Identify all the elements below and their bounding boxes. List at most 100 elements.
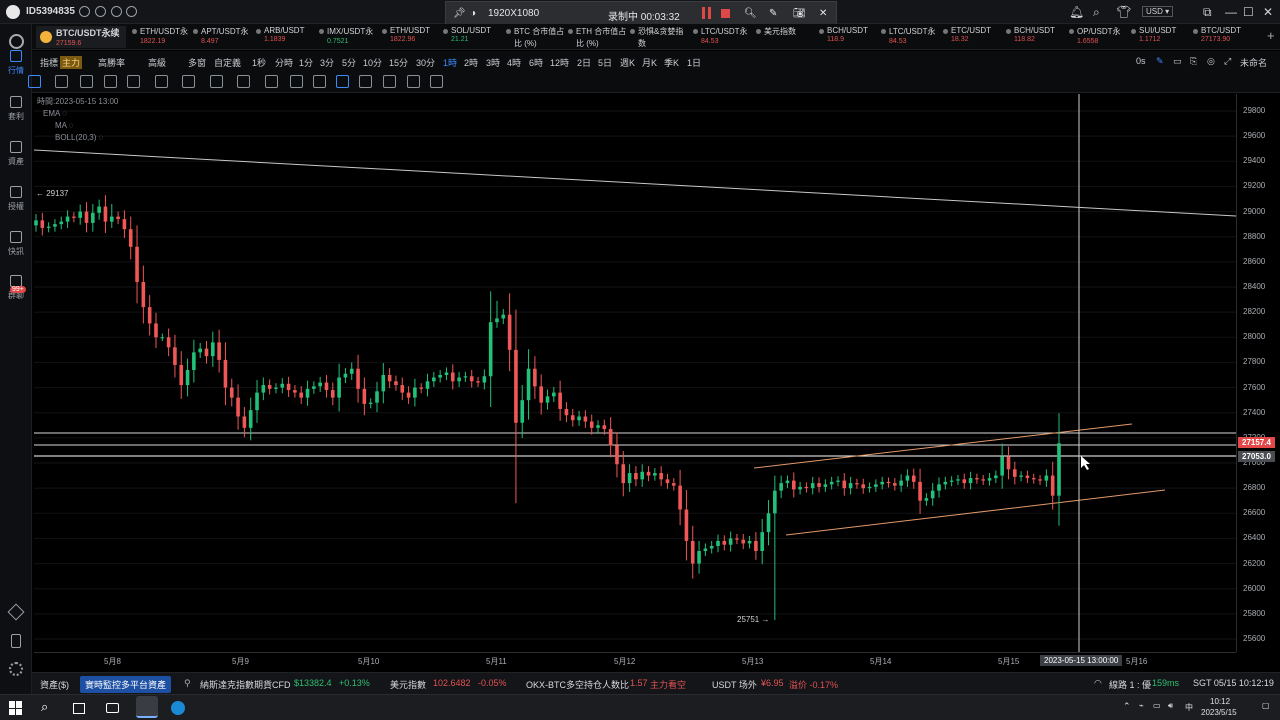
time-axis[interactable]: 5月8 5月9 5月10 5月11 5月12 5月13 5月14 5月15 5月16 2023-0… — [34, 652, 1236, 670]
video-call-icon[interactable] — [106, 703, 119, 713]
layout-name[interactable]: 未命名 — [1240, 56, 1267, 69]
currency-select[interactable]: USD ▾ — [1142, 6, 1174, 17]
notification-icon[interactable]: ▢ — [1262, 701, 1270, 710]
ticker-tab[interactable]: ARB/USDT 1.1839 — [256, 26, 304, 48]
phone-icon[interactable] — [11, 634, 21, 648]
timeframe-button[interactable]: 1日 — [687, 56, 701, 69]
timeframe-button[interactable]: 3分 — [320, 56, 334, 69]
draw-tool-icon[interactable] — [80, 75, 93, 88]
draw-tool-icon[interactable] — [290, 75, 303, 88]
ticker-tab[interactable]: BTC/USDT永续 27159.6 — [36, 26, 126, 48]
windows-start-icon[interactable] — [9, 701, 23, 715]
sidebar-item[interactable]: 授權 — [0, 186, 32, 212]
ime-indicator[interactable]: 中 — [1185, 702, 1193, 713]
draw-tool-icon[interactable] — [407, 75, 420, 88]
close-icon[interactable]: ✕ — [1263, 5, 1273, 19]
draw-tool-icon[interactable] — [336, 75, 349, 88]
usb-icon[interactable]: ⌁ — [1139, 701, 1144, 710]
timeframe-button[interactable]: 10分 — [363, 56, 382, 69]
speaker-icon[interactable]: 🔊︎ — [1168, 701, 1173, 711]
ticker-tab[interactable]: ETH/USDT永 1822.19 — [132, 26, 188, 48]
link-icon[interactable] — [95, 6, 106, 17]
minimize-icon[interactable]: — — [1225, 5, 1237, 19]
timeframe-button[interactable]: 1分 — [299, 56, 313, 69]
monitor-button[interactable]: 實時監控多平台資產 — [80, 676, 172, 693]
timeframe-button[interactable]: 高勝率 — [98, 56, 125, 69]
timeframe-button[interactable]: 主力 — [60, 56, 83, 69]
timeframe-button[interactable]: 週K — [620, 56, 635, 69]
eye-icon[interactable]: ◌ — [62, 109, 67, 118]
ticker-tab[interactable]: BCH/USDT 118.82 — [1006, 26, 1055, 48]
timeframe-button[interactable]: 高級 — [148, 56, 166, 69]
stop-button[interactable] — [721, 9, 730, 18]
ticker-tab[interactable]: 美元指数 — [756, 26, 796, 48]
draw-tool-icon[interactable] — [182, 75, 195, 88]
ticker-tab[interactable]: LTC/USDT永 84.53 — [693, 26, 748, 48]
shirt-icon[interactable]: 👕︎ — [1116, 5, 1131, 19]
sidebar-item[interactable]: 資產 — [0, 141, 32, 167]
timeframe-button[interactable]: 12時 — [550, 56, 569, 69]
draw-tool-icon[interactable] — [313, 75, 326, 88]
ticker-tab[interactable]: ETH 合市值占比 (%) — [568, 26, 626, 48]
recording-resolution[interactable]: 1920X1080 — [488, 8, 539, 19]
eye-icon[interactable]: ◌ — [69, 121, 74, 130]
candlestick-chart[interactable]: ← 29137 25751 → — [34, 94, 1236, 652]
timeframe-button[interactable]: 15分 — [389, 56, 408, 69]
draw-tool-icon[interactable] — [237, 75, 250, 88]
popout-icon[interactable]: ⧉ — [1203, 5, 1212, 20]
search-icon[interactable]: ⌕ — [1093, 5, 1100, 20]
settings-icon[interactable] — [9, 662, 23, 676]
draw-tool-icon[interactable] — [155, 75, 168, 88]
ticker-tab[interactable]: SOL/USDT 21.21 — [443, 26, 491, 48]
sidebar-item[interactable]: 行情 — [0, 50, 32, 76]
search-icon[interactable]: ⌕ — [41, 699, 48, 715]
diamond-icon[interactable] — [7, 603, 25, 621]
edge-browser-icon[interactable] — [171, 701, 185, 715]
timeframe-button[interactable]: 1時 — [443, 56, 457, 69]
draw-tool-icon[interactable] — [28, 75, 41, 88]
ticker-tab[interactable]: IMX/USDT永 0.7521 — [319, 26, 373, 48]
chevron-up-icon[interactable]: ⌃ — [1123, 701, 1131, 712]
legend-ema[interactable]: EMA — [43, 109, 60, 118]
ticker-tab[interactable]: LTC/USDT永 84.53 — [881, 26, 936, 48]
timeframe-button[interactable]: 1秒 — [252, 56, 266, 69]
compass-icon[interactable] — [111, 6, 122, 17]
draw-tool-icon[interactable] — [104, 75, 117, 88]
ticker-tab[interactable]: SUI/USDT 1.1712 — [1131, 26, 1176, 48]
save-icon[interactable]: ⎘ — [1190, 56, 1197, 67]
mail-icon[interactable] — [79, 6, 90, 17]
timeframe-button[interactable]: 2時 — [464, 56, 478, 69]
timeframe-button[interactable]: 指標 — [40, 56, 58, 69]
camera-snap-icon[interactable]: ◎ — [1207, 56, 1215, 67]
clock-icon[interactable] — [126, 6, 137, 17]
pin-icon[interactable]: ⚲ — [184, 678, 191, 689]
draw-tool-icon[interactable] — [430, 75, 443, 88]
add-tab-icon[interactable]: + — [1267, 28, 1275, 43]
legend-boll[interactable]: BOLL(20,3) — [55, 133, 96, 142]
timeframe-button[interactable]: 30分 — [416, 56, 435, 69]
timeframe-button[interactable]: 3時 — [486, 56, 500, 69]
assets-label[interactable]: 資產($) — [40, 678, 69, 691]
sidebar-item[interactable]: 快訊 — [0, 231, 32, 257]
ticker-tab[interactable]: 恐惧&贪婪指数 — [630, 26, 683, 48]
timeframe-button[interactable]: 5分 — [342, 56, 356, 69]
timeframe-button[interactable]: 分時 — [275, 56, 293, 69]
ticker-tab[interactable]: OP/USDT永 1.6558 — [1069, 26, 1121, 48]
ticker-tab[interactable]: BCH/USDT 118.9 — [819, 26, 868, 48]
pen-icon[interactable]: ✎ — [769, 8, 777, 19]
camera-icon[interactable]: 📷︎ — [793, 8, 806, 19]
pencil-icon[interactable]: ✎ — [1156, 56, 1164, 67]
timeframe-button[interactable]: 6時 — [529, 56, 543, 69]
timeframe-button[interactable]: 月K — [642, 56, 657, 69]
line-status[interactable]: 線路 1 : 優 — [1109, 678, 1151, 691]
price-axis[interactable]: 25600 25800 26000 26200 26400 26600 26800 27000… — [1236, 94, 1280, 652]
pause-button[interactable] — [702, 7, 711, 19]
draw-tool-icon[interactable] — [55, 75, 68, 88]
bell-icon[interactable]: 🔔︎ — [1069, 5, 1084, 19]
seconds-label[interactable]: 0s — [1136, 56, 1146, 66]
task-view-icon[interactable] — [73, 703, 85, 714]
fullscreen-icon[interactable]: ⤢ — [1224, 56, 1231, 67]
draw-tool-icon[interactable] — [359, 75, 372, 88]
sidebar-item[interactable]: 套利 — [0, 96, 32, 122]
ticker-tab[interactable]: ETC/USDT 18.32 — [943, 26, 991, 48]
